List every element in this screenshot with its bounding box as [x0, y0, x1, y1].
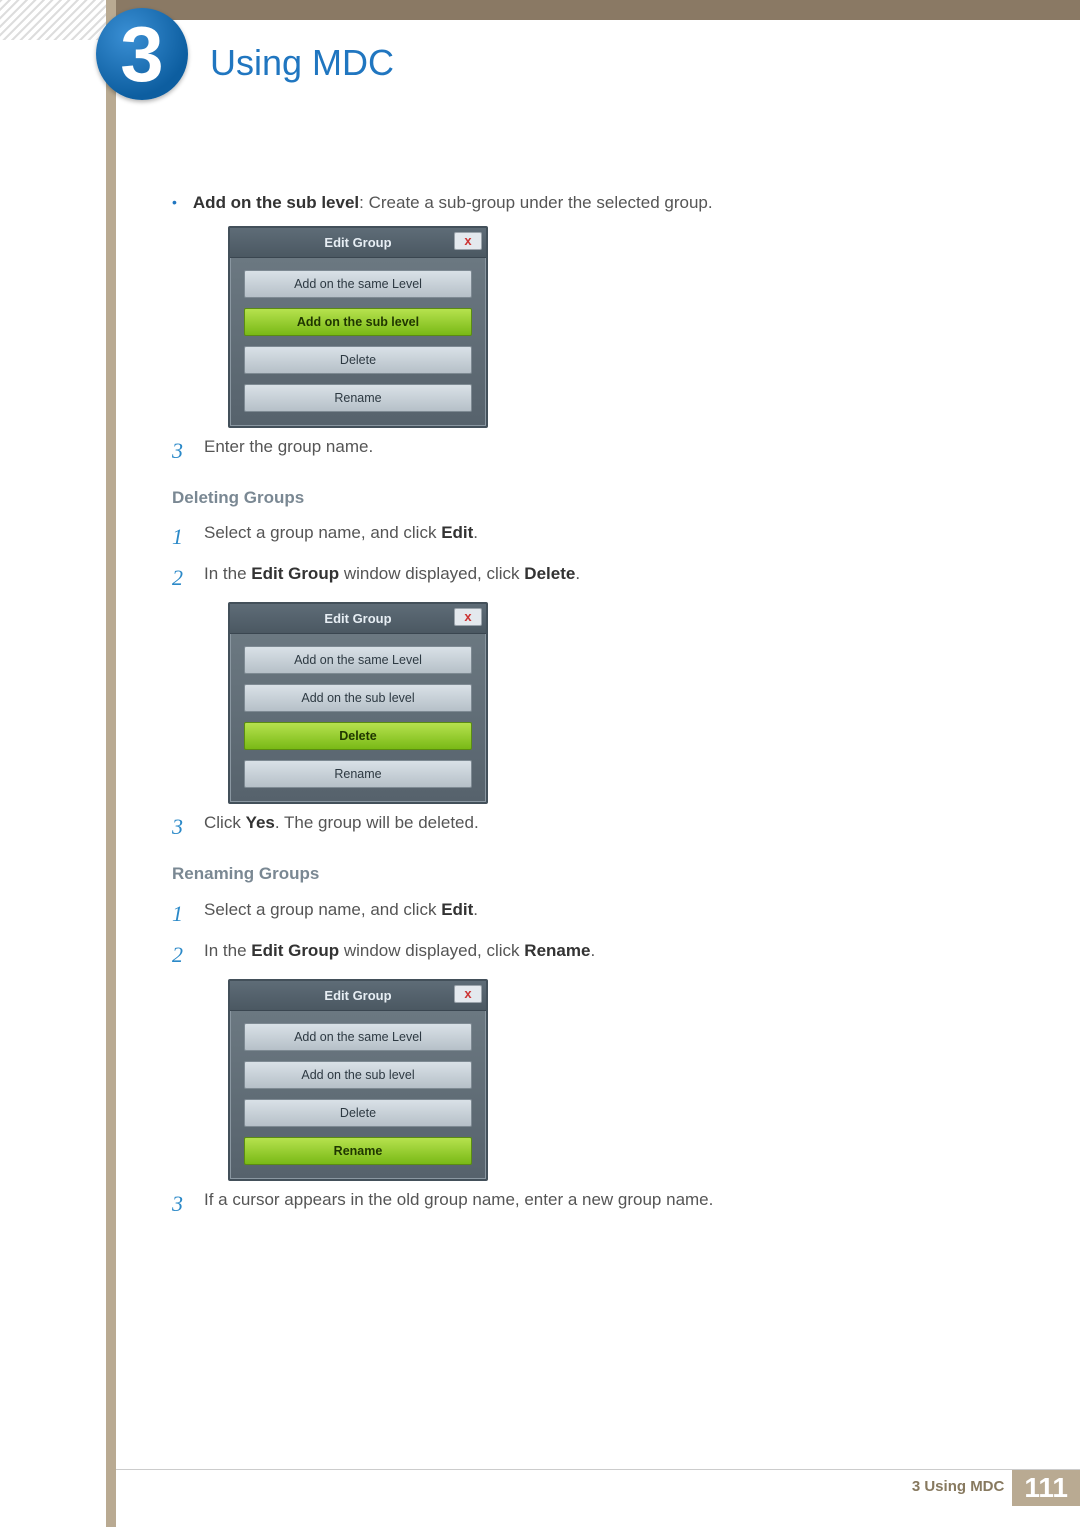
del-step-1: 1 Select a group name, and click Edit. — [172, 520, 980, 553]
delete-button[interactable]: Delete — [244, 722, 472, 750]
edit-group-dialog-1: Edit Group x Add on the same Level Add o… — [228, 226, 488, 428]
edit-group-dialog-2: Edit Group x Add on the same Level Add o… — [228, 602, 488, 804]
step-text: Enter the group name. — [204, 434, 373, 467]
del-step-3: 3 Click Yes. The group will be deleted. — [172, 810, 980, 843]
bullet-bold: Add on the sub level — [193, 193, 359, 212]
step-number: 3 — [172, 1187, 190, 1220]
hatch-decoration — [0, 0, 116, 40]
delete-button[interactable]: Delete — [244, 346, 472, 374]
step-text: If a cursor appears in the old group nam… — [204, 1187, 713, 1220]
left-stripe — [106, 0, 116, 1527]
add-same-level-button[interactable]: Add on the same Level — [244, 270, 472, 298]
bullet-rest: : Create a sub-group under the selected … — [359, 193, 712, 212]
bullet-text: Add on the sub level: Create a sub-group… — [193, 190, 713, 216]
chapter-title: Using MDC — [210, 36, 394, 90]
step-text: In the Edit Group window displayed, clic… — [204, 561, 580, 594]
dialog-title-text: Edit Group — [324, 611, 391, 626]
dialog-body: Add on the same Level Add on the sub lev… — [230, 634, 486, 792]
ren-step-1: 1 Select a group name, and click Edit. — [172, 897, 980, 930]
step-number: 1 — [172, 520, 190, 553]
dialog-title-text: Edit Group — [324, 988, 391, 1003]
chapter-badge: 3 — [96, 8, 188, 100]
ren-step-3: 3 If a cursor appears in the old group n… — [172, 1187, 980, 1220]
step-number: 2 — [172, 561, 190, 594]
add-sub-level-button[interactable]: Add on the sub level — [244, 684, 472, 712]
step-number: 3 — [172, 434, 190, 467]
add-sub-level-button[interactable]: Add on the sub level — [244, 308, 472, 336]
close-icon[interactable]: x — [454, 232, 482, 250]
ren-step-2: 2 In the Edit Group window displayed, cl… — [172, 938, 980, 971]
dialog-title: Edit Group x — [230, 604, 486, 634]
step-text: Select a group name, and click Edit. — [204, 520, 478, 553]
dialog-body: Add on the same Level Add on the sub lev… — [230, 1011, 486, 1169]
step-number: 1 — [172, 897, 190, 930]
dialog-title: Edit Group x — [230, 981, 486, 1011]
rename-button[interactable]: Rename — [244, 760, 472, 788]
rename-button[interactable]: Rename — [244, 384, 472, 412]
dialog-title-text: Edit Group — [324, 235, 391, 250]
heading-deleting-groups: Deleting Groups — [172, 485, 980, 511]
add-same-level-button[interactable]: Add on the same Level — [244, 646, 472, 674]
rename-button[interactable]: Rename — [244, 1137, 472, 1165]
delete-button[interactable]: Delete — [244, 1099, 472, 1127]
step-number: 2 — [172, 938, 190, 971]
step-text: Select a group name, and click Edit. — [204, 897, 478, 930]
chapter-number: 3 — [120, 0, 163, 113]
edit-group-dialog-3: Edit Group x Add on the same Level Add o… — [228, 979, 488, 1181]
add-same-level-button[interactable]: Add on the same Level — [244, 1023, 472, 1051]
step-text: Click Yes. The group will be deleted. — [204, 810, 479, 843]
bullet-icon: • — [172, 190, 177, 216]
page-footer: 3 Using MDC 111 — [116, 1469, 1080, 1505]
step-3-enter-name: 3 Enter the group name. — [172, 434, 980, 467]
page-content: • Add on the sub level: Create a sub-gro… — [172, 190, 980, 1228]
del-step-2: 2 In the Edit Group window displayed, cl… — [172, 561, 980, 594]
step-text: In the Edit Group window displayed, clic… — [204, 938, 595, 971]
page-number: 111 — [1012, 1470, 1080, 1506]
dialog-title: Edit Group x — [230, 228, 486, 258]
step-number: 3 — [172, 810, 190, 843]
bullet-add-sub-level: • Add on the sub level: Create a sub-gro… — [172, 190, 980, 216]
add-sub-level-button[interactable]: Add on the sub level — [244, 1061, 472, 1089]
dialog-body: Add on the same Level Add on the sub lev… — [230, 258, 486, 416]
close-icon[interactable]: x — [454, 608, 482, 626]
footer-label: 3 Using MDC — [912, 1476, 1005, 1499]
close-icon[interactable]: x — [454, 985, 482, 1003]
heading-renaming-groups: Renaming Groups — [172, 861, 980, 887]
